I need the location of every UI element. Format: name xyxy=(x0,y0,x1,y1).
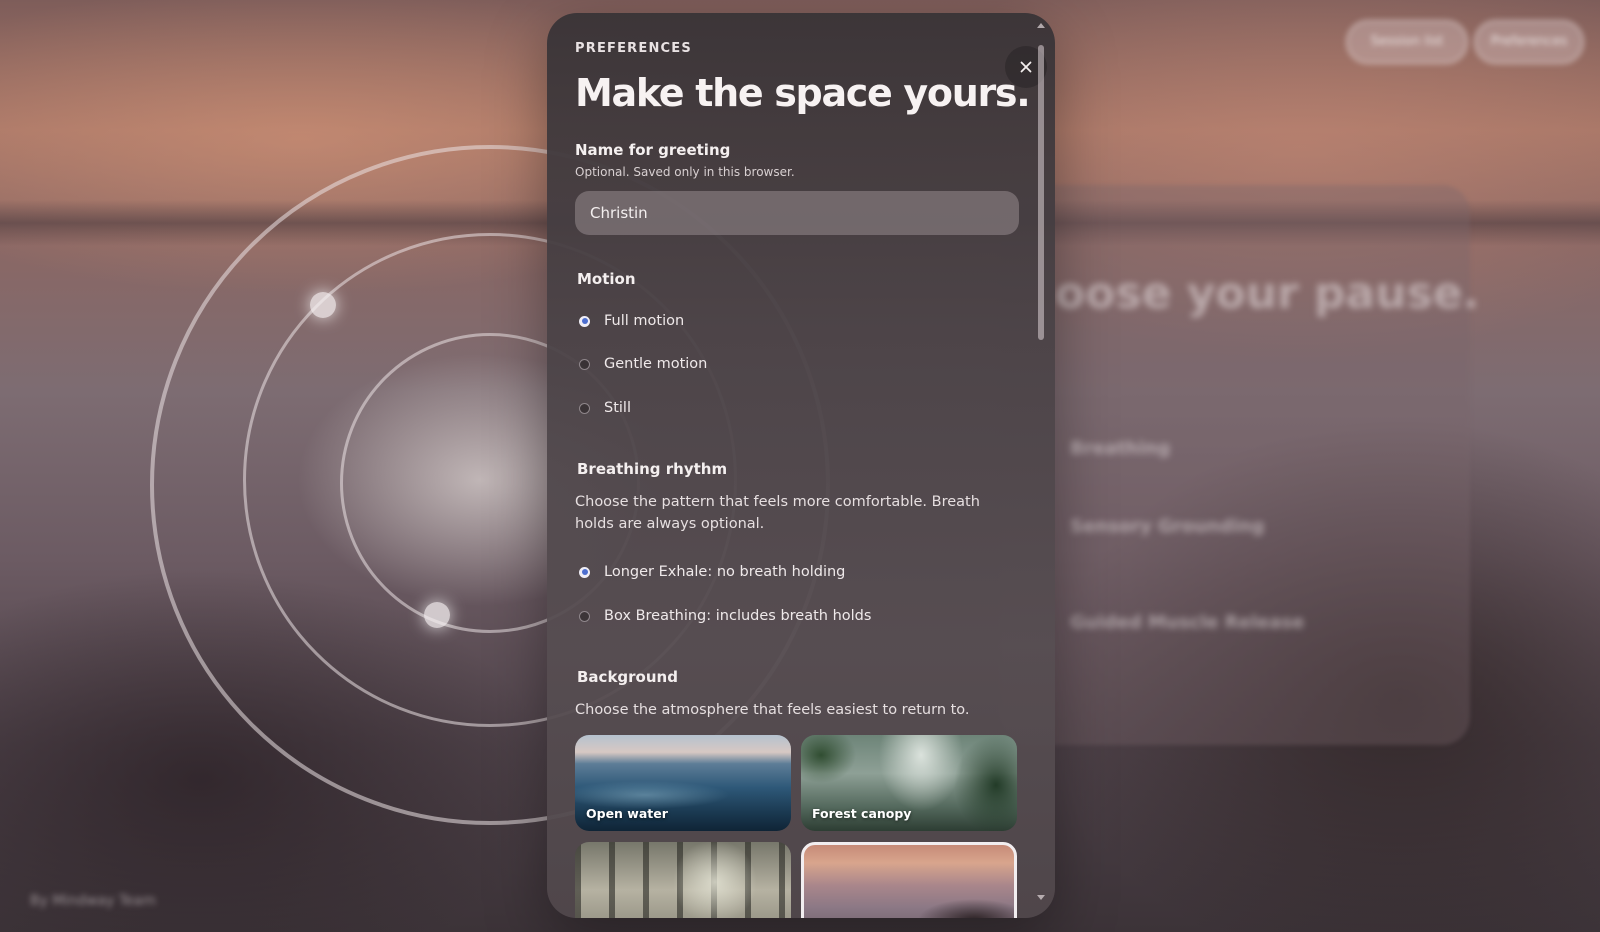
background-tile-forest-canopy[interactable]: Forest canopy xyxy=(801,735,1017,831)
scroll-thumb[interactable] xyxy=(1038,45,1044,340)
radio-unchecked-icon[interactable] xyxy=(579,610,590,622)
radio-checked-icon[interactable] xyxy=(579,315,590,327)
background-item: Sensory Grounding xyxy=(1070,516,1265,537)
radio-label: Full motion xyxy=(604,313,685,329)
breathing-option-longer-exhale[interactable]: Longer Exhale: no breath holding xyxy=(579,558,845,586)
background-description: Choose the atmosphere that feels easiest… xyxy=(575,702,970,718)
background-tile-open-water[interactable]: Open water xyxy=(575,735,791,831)
tile-label: Open water xyxy=(586,806,668,821)
scroll-down-icon[interactable] xyxy=(1037,895,1045,900)
ring-dot xyxy=(424,602,450,628)
radio-label: Gentle motion xyxy=(604,356,708,372)
radio-label: Still xyxy=(604,400,631,416)
radio-unchecked-icon[interactable] xyxy=(579,358,590,370)
preferences-modal: PREFERENCES Make the space yours. Name f… xyxy=(547,13,1055,918)
modal-title: Make the space yours. xyxy=(575,71,1031,115)
motion-option-full[interactable]: Full motion xyxy=(579,307,684,335)
background-footer: By Mindway Team xyxy=(30,893,156,909)
motion-option-still[interactable]: Still xyxy=(579,394,631,422)
modal-scrollbar[interactable] xyxy=(1035,23,1047,913)
radio-label: Longer Exhale: no breath holding xyxy=(604,564,846,580)
ring-dot xyxy=(310,292,336,318)
name-input[interactable] xyxy=(575,191,1019,235)
preferences-pill[interactable]: Preferences xyxy=(1474,20,1584,64)
tile-label: Forest canopy xyxy=(812,806,912,821)
background-item: Breathing xyxy=(1070,438,1171,459)
name-hint: Optional. Saved only in this browser. xyxy=(575,165,795,179)
close-icon xyxy=(1020,61,1032,73)
breathing-option-box[interactable]: Box Breathing: includes breath holds xyxy=(579,602,871,630)
background-tile-misty-forest[interactable] xyxy=(575,842,791,918)
session-list-pill[interactable]: Session list xyxy=(1346,20,1468,64)
breathing-description: Choose the pattern that feels more comfo… xyxy=(575,494,980,532)
breathing-title: Breathing rhythm xyxy=(577,460,728,478)
background-item: Guided Muscle Release xyxy=(1070,612,1305,633)
background-title: Background xyxy=(577,668,678,686)
radio-unchecked-icon[interactable] xyxy=(579,402,590,414)
motion-option-gentle[interactable]: Gentle motion xyxy=(579,350,707,378)
background-tile-sunset-shore[interactable] xyxy=(801,842,1017,918)
modal-eyebrow: PREFERENCES xyxy=(575,41,692,56)
radio-checked-icon[interactable] xyxy=(579,566,590,578)
motion-title: Motion xyxy=(577,270,636,288)
radio-label: Box Breathing: includes breath holds xyxy=(604,608,872,624)
background-heading: oose your pause. xyxy=(1055,268,1480,319)
name-label: Name for greeting xyxy=(575,141,731,159)
scroll-up-icon[interactable] xyxy=(1037,23,1045,28)
